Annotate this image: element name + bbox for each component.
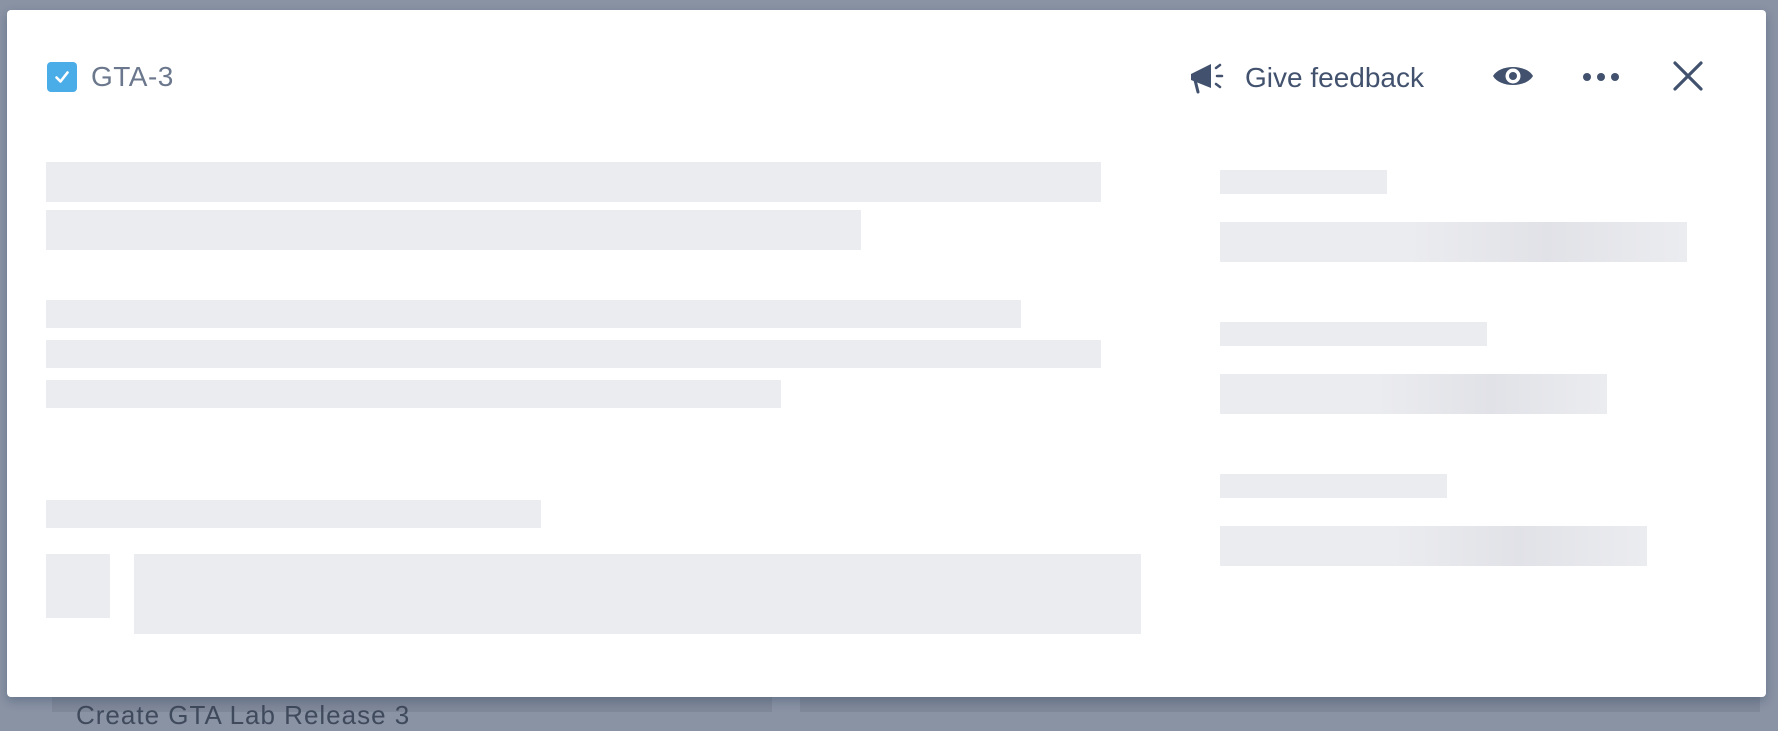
modal-header: GTA-3 Give feedback [7,10,1766,140]
summary-skeleton [46,210,861,250]
more-actions-button[interactable] [1577,54,1625,102]
give-feedback-label: Give feedback [1245,62,1424,93]
close-button[interactable] [1664,54,1712,102]
close-icon [1672,60,1704,97]
comment-input-skeleton [134,554,1141,634]
summary-skeleton [46,162,1101,202]
ellipsis-icon [1581,69,1621,87]
eye-icon [1491,60,1535,97]
issue-breadcrumb[interactable]: GTA-3 [47,60,174,94]
field-value-skeleton [1220,222,1687,262]
megaphone-icon [1185,56,1225,101]
field-label-skeleton [1220,170,1387,194]
field-value-skeleton [1220,374,1607,414]
activity-heading-skeleton [46,500,541,528]
description-skeleton [46,340,1101,368]
give-feedback-button[interactable]: Give feedback [1185,58,1424,98]
issue-key-link[interactable]: GTA-3 [91,61,174,93]
field-label-skeleton [1220,474,1447,498]
avatar-skeleton [46,554,110,618]
background-issue-title: Create GTA Lab Release 3 [76,700,411,730]
issue-modal: GTA-3 Give feedback [7,10,1766,697]
description-skeleton [46,380,781,408]
watch-button[interactable] [1489,54,1537,102]
description-skeleton [46,300,1021,328]
field-value-skeleton [1220,526,1647,566]
task-checkbox-icon [47,62,77,92]
field-label-skeleton [1220,322,1487,346]
